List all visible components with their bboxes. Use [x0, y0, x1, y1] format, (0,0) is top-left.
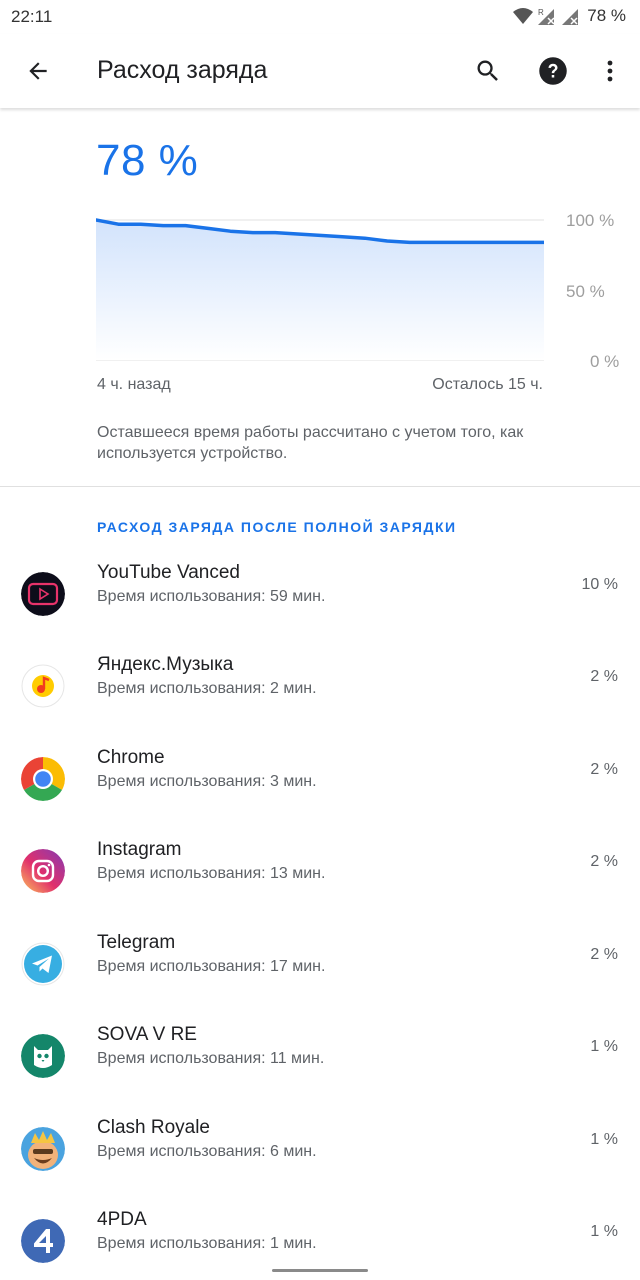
list-item-youtube-vanced[interactable]: YouTube Vanced Время использования: 59 м…: [0, 562, 640, 664]
status-bar: 22:11 R 78 %: [0, 0, 640, 34]
app-name: SOVA V RE: [97, 1024, 197, 1045]
list-item-sova[interactable]: SOVA V RE Время использования: 11 мин. 1…: [0, 1024, 640, 1126]
app-usage-time: Время использования: 13 мин.: [97, 865, 326, 882]
app-percent: 2 %: [590, 946, 618, 963]
page-title: Расход заряда: [97, 56, 268, 84]
app-name: Instagram: [97, 839, 182, 860]
list-item-chrome[interactable]: Chrome Время использования: 3 мин. 2 %: [0, 747, 640, 849]
app-usage-time: Время использования: 2 мин.: [97, 680, 317, 697]
back-button[interactable]: [16, 49, 60, 93]
app-usage-time: Время использования: 59 мин.: [97, 588, 326, 605]
4pda-icon: [21, 1219, 65, 1263]
search-button[interactable]: [466, 49, 510, 93]
arrow-back-icon: [29, 62, 47, 80]
app-name: YouTube Vanced: [97, 562, 240, 583]
list-item-clash-royale[interactable]: Clash Royale Время использования: 6 мин.…: [0, 1117, 640, 1219]
more-options-button[interactable]: [590, 49, 630, 93]
app-name: Clash Royale: [97, 1117, 210, 1138]
list-item-telegram[interactable]: Telegram Время использования: 17 мин. 2 …: [0, 932, 640, 1034]
roaming-mark: R: [538, 8, 544, 17]
telegram-icon: [21, 942, 65, 986]
gesture-nav-handle[interactable]: [272, 1269, 368, 1272]
help-icon: [539, 57, 567, 85]
app-percent: 1 %: [590, 1131, 618, 1148]
instagram-icon: [21, 849, 65, 893]
app-usage-time: Время использования: 6 мин.: [97, 1143, 317, 1160]
app-percent: 2 %: [590, 761, 618, 778]
app-name: Chrome: [97, 747, 165, 768]
app-usage-time: Время использования: 11 мин.: [97, 1050, 325, 1067]
help-button[interactable]: [531, 49, 575, 93]
app-percent: 1 %: [590, 1038, 618, 1055]
app-name: Яндекс.Музыка: [97, 654, 234, 675]
signal-roaming-icon: R: [538, 8, 555, 25]
chart-remaining-label: Осталось 15 ч.: [432, 376, 543, 393]
more-vert-icon: [607, 60, 613, 82]
list-item-instagram[interactable]: Instagram Время использования: 13 мин. 2…: [0, 839, 640, 941]
list-item-yandex-music[interactable]: Яндекс.Музыка Время использования: 2 мин…: [0, 654, 640, 756]
youtube-vanced-icon: [21, 572, 65, 616]
app-name: 4PDA: [97, 1209, 147, 1230]
app-percent: 1 %: [590, 1223, 618, 1240]
divider: [0, 486, 640, 487]
sova-icon: [21, 1034, 65, 1078]
status-time: 22:11: [11, 7, 53, 26]
y-tick-label: 50 %: [566, 282, 605, 301]
y-tick-label: 100 %: [566, 211, 615, 230]
chrome-icon: [21, 757, 65, 801]
section-header: РАСХОД ЗАРЯДА ПОСЛЕ ПОЛНОЙ ЗАРЯДКИ: [97, 519, 457, 535]
status-battery-text: 78 %: [587, 6, 626, 25]
search-icon: [477, 60, 498, 81]
app-name: Telegram: [97, 932, 176, 953]
remaining-time-note: Оставшееся время работы рассчитано с уче…: [97, 424, 524, 462]
app-usage-time: Время использования: 3 мин.: [97, 773, 317, 790]
app-usage-time: Время использования: 1 мин.: [97, 1235, 317, 1252]
status-icons: R 78 %: [513, 6, 626, 26]
app-percent: 2 %: [590, 853, 618, 870]
app-usage-time: Время использования: 17 мин.: [97, 958, 326, 975]
y-tick-label: 0 %: [590, 352, 620, 371]
app-percent: 10 %: [581, 576, 618, 593]
battery-level: 78 %: [96, 136, 199, 185]
app-percent: 2 %: [590, 668, 618, 685]
yandex-music-icon: [21, 664, 65, 708]
app-bar: Расход заряда: [0, 34, 640, 108]
signal-icon: [562, 9, 579, 25]
battery-chart: [96, 218, 544, 361]
clash-royale-icon: [21, 1127, 65, 1171]
wifi-icon: [513, 8, 534, 24]
chart-start-label: 4 ч. назад: [97, 376, 171, 393]
